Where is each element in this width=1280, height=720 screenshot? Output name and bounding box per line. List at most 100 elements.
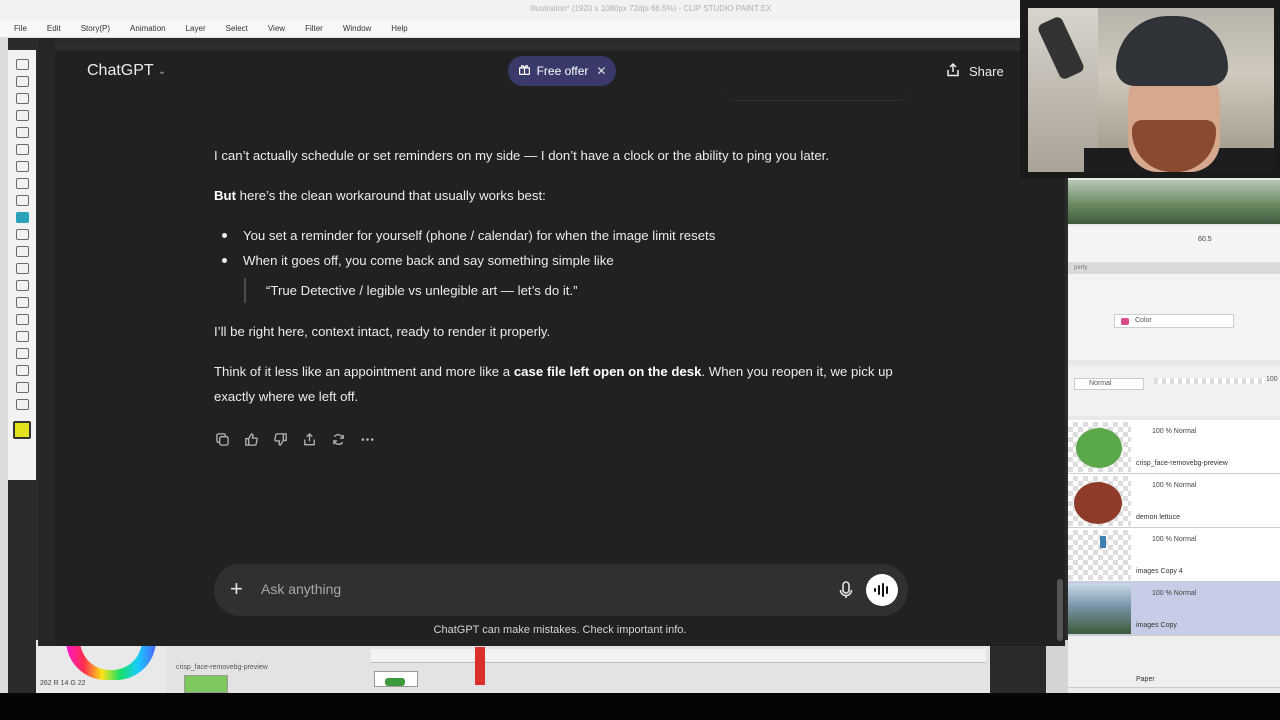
color-readout: 262 R 14 G 22	[40, 680, 86, 687]
layer-property-panel: Color	[1068, 274, 1280, 360]
brush-tool-icon[interactable]	[15, 212, 29, 223]
prompt-input[interactable]	[261, 581, 821, 597]
correct-line-tool-icon[interactable]	[15, 399, 29, 410]
layer-row[interactable]: 100 % Normal images Copy	[1068, 582, 1280, 636]
selection-tool-icon[interactable]	[15, 127, 29, 138]
csp-side-strip	[1046, 640, 1068, 693]
layer-name: demon lettuce	[1136, 514, 1180, 521]
layer-thumbnail	[1068, 584, 1131, 634]
layer-thumbnail	[1068, 422, 1131, 472]
blend-tool-icon[interactable]	[15, 263, 29, 274]
share-message-icon[interactable]	[301, 431, 317, 447]
menu-animation[interactable]: Animation	[130, 24, 166, 33]
model-selector[interactable]: ChatGPT ⌄	[87, 62, 166, 80]
layer-mode: 100 % Normal	[1152, 536, 1197, 543]
menu-edit[interactable]: Edit	[47, 24, 61, 33]
menu-select[interactable]: Select	[226, 24, 248, 33]
message-actions	[214, 431, 375, 447]
layer-thumbnail	[1068, 476, 1131, 526]
message-paragraph: But here’s the clean workaround that usu…	[214, 188, 546, 203]
message-paragraph: I can’t actually schedule or set reminde…	[214, 148, 829, 163]
pen-tool-icon[interactable]	[15, 178, 29, 189]
scrollbar[interactable]	[1057, 579, 1063, 641]
menu-view[interactable]: View	[268, 24, 285, 33]
disclaimer-text: ChatGPT can make mistakes. Check importa…	[433, 624, 687, 636]
color-wheel-panel: 262 R 14 G 22	[36, 640, 166, 693]
plus-icon[interactable]: +	[230, 578, 243, 600]
eraser-tool-icon[interactable]	[15, 246, 29, 257]
layer-color-dropdown[interactable]: Color	[1114, 314, 1234, 328]
chevron-down-icon: ⌄	[157, 65, 167, 77]
previous-message-edge	[727, 89, 907, 101]
layer-row[interactable]: Paper	[1068, 636, 1280, 688]
pencil-tool-icon[interactable]	[15, 195, 29, 206]
layer-name: crisp_face-removebg-preview	[1136, 460, 1228, 467]
copy-icon[interactable]	[214, 431, 230, 447]
list-item: When it goes off, you come back and say …	[214, 248, 914, 273]
fill-tool-icon[interactable]	[15, 280, 29, 291]
layer-panel-header: Normal 100	[1068, 366, 1280, 416]
menu-window[interactable]: Window	[343, 24, 371, 33]
share-label: Share	[969, 64, 1004, 79]
layer-row[interactable]: 100 % Normal demon lettuce	[1068, 474, 1280, 528]
eyedropper-tool-icon[interactable]	[15, 161, 29, 172]
share-button[interactable]: Share	[945, 62, 1004, 81]
timeline-ruler[interactable]	[371, 649, 986, 663]
share-icon	[945, 62, 961, 81]
voice-mode-button[interactable]	[866, 574, 898, 606]
timeline-thumbnail	[184, 675, 228, 693]
timeline-playhead[interactable]	[475, 647, 485, 685]
blend-mode-select[interactable]: Normal	[1074, 378, 1144, 390]
assistant-message: I can’t actually schedule or set reminde…	[214, 143, 914, 424]
timeline-panel: crisp_face-removebg-preview	[166, 643, 990, 693]
menu-layer[interactable]: Layer	[186, 24, 206, 33]
figure-tool-icon[interactable]	[15, 314, 29, 325]
navigator-zoom[interactable]: 60.5	[1198, 236, 1212, 243]
layer-row[interactable]: 100 % Normal images Copy 4	[1068, 528, 1280, 582]
navigator-preview	[1068, 180, 1280, 224]
text-tool-icon[interactable]	[15, 365, 29, 376]
property-tabs[interactable]	[1068, 262, 1280, 274]
more-icon[interactable]	[359, 431, 375, 447]
menu-filter[interactable]: Filter	[305, 24, 323, 33]
csp-right-panels: 60.5 Color Normal 100 100 % Normal crisp…	[1068, 170, 1280, 693]
menu-file[interactable]: File	[14, 24, 27, 33]
layer-name: images Copy 4	[1136, 568, 1183, 575]
thumbs-up-icon[interactable]	[243, 431, 259, 447]
ruler-tool-icon[interactable]	[15, 348, 29, 359]
layer-name: images Copy	[1136, 622, 1177, 629]
webcam-overlay	[1020, 0, 1280, 178]
csp-toolbar	[8, 50, 36, 480]
move-tool-icon[interactable]	[15, 110, 29, 121]
gift-icon	[518, 63, 531, 79]
list-item: You set a reminder for yourself (phone /…	[214, 223, 914, 248]
airbrush-tool-icon[interactable]	[15, 229, 29, 240]
operation-tool-icon[interactable]	[15, 93, 29, 104]
menu-help[interactable]: Help	[391, 24, 407, 33]
timeline-clip[interactable]	[374, 671, 418, 687]
thumbs-down-icon[interactable]	[272, 431, 288, 447]
opacity-value: 100	[1266, 376, 1278, 383]
layer-row[interactable]: 100 % Normal crisp_face-removebg-preview	[1068, 420, 1280, 474]
gradient-tool-icon[interactable]	[15, 297, 29, 308]
opacity-slider[interactable]	[1154, 378, 1264, 384]
hand-tool-icon[interactable]	[15, 76, 29, 87]
lasso-tool-icon[interactable]	[15, 144, 29, 155]
layer-name: Paper	[1136, 676, 1155, 683]
microphone-icon[interactable]	[838, 580, 854, 600]
balloon-tool-icon[interactable]	[15, 382, 29, 393]
frame-tool-icon[interactable]	[15, 331, 29, 342]
menu-story[interactable]: Story(P)	[81, 24, 110, 33]
free-offer-pill[interactable]: Free offer ✕	[508, 56, 616, 86]
model-label: ChatGPT	[87, 62, 154, 79]
message-list: You set a reminder for yourself (phone /…	[214, 223, 914, 273]
close-icon[interactable]: ✕	[596, 64, 606, 78]
color-swatch[interactable]	[13, 421, 31, 439]
zoom-tool-icon[interactable]	[15, 59, 29, 70]
layer-thumbnail	[1068, 530, 1131, 580]
regenerate-icon[interactable]	[330, 431, 346, 447]
webcam-video	[1028, 8, 1274, 172]
layer-mode: 100 % Normal	[1152, 482, 1197, 489]
message-paragraph: I’ll be right here, context intact, read…	[214, 324, 551, 339]
layer-mode: 100 % Normal	[1152, 590, 1197, 597]
